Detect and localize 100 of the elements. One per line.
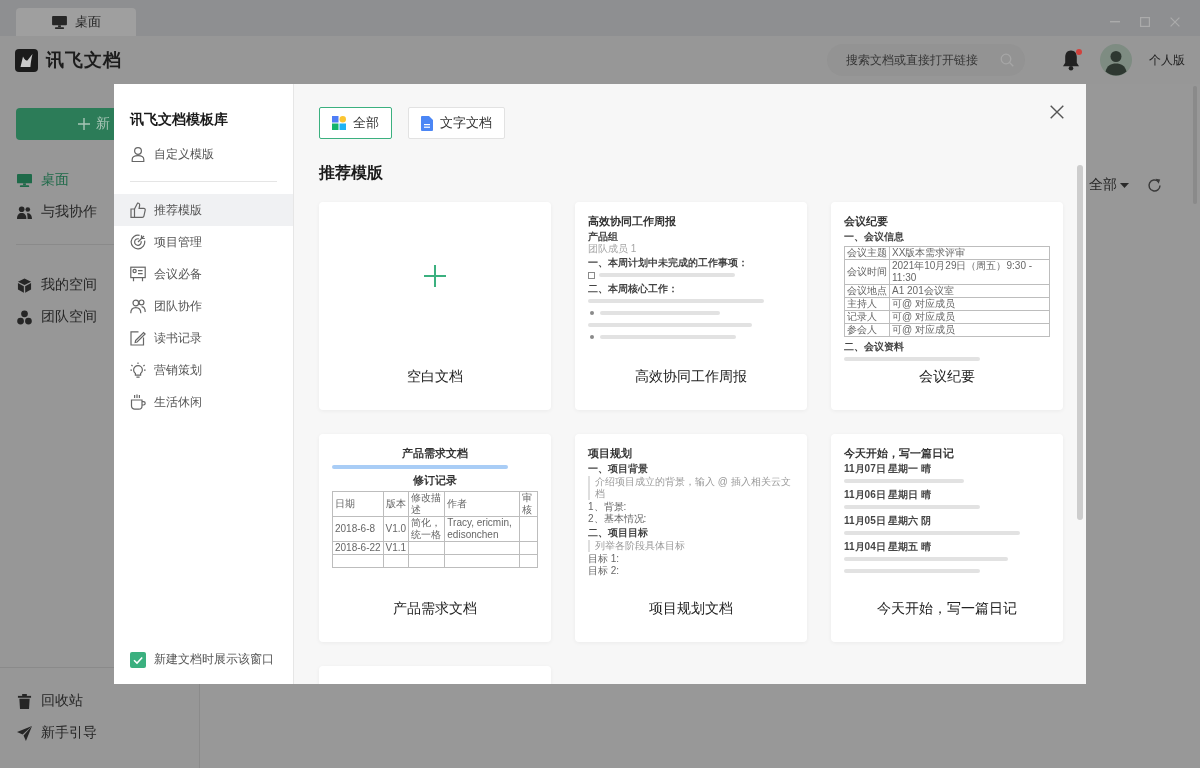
template-name: 会议纪要 (919, 367, 975, 386)
preview-title: 高效协同工作周报 (588, 214, 676, 228)
window-tab[interactable]: 桌面 (16, 8, 136, 36)
preview-title: 项目规划 (588, 446, 632, 460)
thumbs-up-icon (130, 202, 146, 218)
preview-title: 修订记录 (413, 473, 457, 487)
nav-item[interactable]: 回收站 (0, 685, 87, 717)
template-card[interactable]: 高效协同工作周报 产品组 团队成员 1 一、本周计划中未完成的工作事项： 二、本周核心工作： 高效协同工作周报 (575, 202, 807, 410)
template-card[interactable]: 空白文档 (319, 202, 551, 410)
category-item[interactable]: 生活休闲 (114, 386, 293, 418)
preview-title: 产品需求文档 (402, 446, 468, 460)
preview-title: 会议纪要 (844, 214, 888, 228)
plan-label[interactable]: 个人版 (1149, 51, 1185, 69)
monitor-icon (17, 172, 32, 188)
preview-text: 2、基本情况: (588, 513, 647, 525)
three-circles-icon (17, 309, 32, 325)
close-icon[interactable] (1050, 105, 1064, 119)
edit-note-icon (130, 330, 146, 346)
preview-heading: 11月05日 星期六 阴 (844, 515, 932, 527)
maximize-icon[interactable] (1140, 17, 1150, 27)
table-cell: 修改描述 (411, 492, 442, 515)
preview-heading: 产品组 (588, 231, 618, 243)
preview-heading: 一、会议信息 (844, 231, 904, 243)
preview-title: 今天开始，写一篇日记 (844, 446, 954, 460)
trash-icon (17, 693, 32, 709)
nav-item[interactable]: 我的空间 (0, 269, 101, 301)
template-name: 产品需求文档 (393, 599, 477, 618)
template-card[interactable]: 今天开始，写一篇日记 11月07日 星期一 晴 11月06日 星期日 晴 11月05日 星期六 阴 11月04日 星期五 晴 今天开始，写一篇日记 (831, 434, 1063, 642)
checkbox-label[interactable]: 新建文档时展示该窗口 (154, 651, 274, 668)
table-cell: 2018-6-8 (335, 523, 376, 534)
monitor-icon (51, 15, 67, 29)
category-item[interactable]: 营销策划 (114, 354, 293, 386)
people-icon (17, 204, 32, 220)
category-item[interactable]: 团队协作 (114, 290, 293, 322)
category-item[interactable]: 自定义模版 (114, 138, 293, 170)
category-item[interactable]: 读书记录 (114, 322, 293, 354)
preview-heading: 11月06日 星期日 晴 (844, 489, 932, 501)
plus-icon (424, 265, 446, 287)
preview-heading: 11月07日 星期一 晴 (844, 463, 932, 475)
preview-quote: 列举各阶段具体目标 (588, 540, 685, 552)
scrollbar[interactable] (1077, 165, 1083, 520)
cup-icon (130, 394, 146, 410)
caret-icon (1120, 182, 1129, 188)
preview-heading: 一、本周计划中未完成的工作事项： (588, 257, 748, 269)
cube-icon (17, 277, 32, 293)
grid-icon (332, 116, 346, 130)
table-cell: 主持人 (847, 298, 877, 309)
plus-icon (78, 118, 90, 130)
filter-dropdown[interactable]: 全部 (1089, 176, 1129, 194)
table-cell: 会议地点 (847, 285, 887, 296)
template-name: 今天开始，写一篇日记 (877, 599, 1017, 618)
preview-quote: 介绍项目成立的背景，输入 @ 插入相关云文档 (588, 476, 794, 500)
target-icon (130, 234, 146, 250)
preview-text: 目标 1: (588, 553, 620, 565)
table-cell: 会议主题 (847, 247, 887, 258)
type-tab[interactable]: 全部 (319, 107, 392, 139)
table-cell: 可@ 对应成员 (892, 311, 955, 322)
avatar[interactable] (1100, 44, 1132, 76)
bullet-icon (590, 311, 594, 315)
document-icon (421, 115, 433, 131)
table-cell: 参会人 (847, 324, 877, 335)
people-icon (130, 298, 146, 314)
table-cell: XX版本需求评审 (892, 247, 966, 258)
template-name: 空白文档 (407, 367, 463, 386)
table-cell: 版本 (385, 498, 406, 509)
table-cell: 可@ 对应成员 (892, 324, 955, 335)
refresh-icon[interactable] (1147, 177, 1162, 193)
preview-heading: 11月04日 星期五 晴 (844, 541, 932, 553)
table-cell: 作者 (447, 498, 468, 509)
table-cell: 简化，统一格 (411, 517, 442, 540)
preview-heading: 二、会议资料 (844, 341, 904, 353)
table-cell: 会议时间 (847, 266, 887, 277)
preview-heading: 二、项目目标 (588, 527, 648, 539)
category-item[interactable]: 项目管理 (114, 226, 293, 258)
preview-text: 团队成员 1 (588, 243, 637, 255)
presentation-board-icon (130, 266, 146, 282)
table-cell: V1.1 (385, 542, 407, 553)
category-item[interactable]: 推荐模版 (114, 194, 293, 226)
table-cell: 可@ 对应成员 (892, 298, 955, 309)
nav-item[interactable]: 与我协作 (0, 196, 101, 228)
nav-item[interactable]: 团队空间 (0, 301, 101, 333)
table-cell: Tracy, ericmin, edisonchen (447, 517, 512, 540)
preview-heading: 一、项目背景 (588, 463, 648, 475)
bullet-icon (590, 335, 594, 339)
bell-icon[interactable] (1062, 49, 1080, 71)
template-card[interactable]: 项目规划 一、项目背景 介绍项目成立的背景，输入 @ 插入相关云文档 1、背景: 2、基本情况: 二、项目目标 列举各阶段具体目标 目标 1: 目标 2: 项目规划文档 (575, 434, 807, 642)
preview-heading: 二、本周核心工作： (588, 283, 678, 295)
type-tab[interactable]: 文字文档 (408, 107, 505, 139)
table-cell: 日期 (335, 498, 355, 509)
search-field[interactable]: 搜索文档或直接打开链接 (827, 44, 1025, 76)
template-name: 项目规划文档 (649, 599, 733, 618)
table-cell: 审核 (522, 492, 533, 515)
checkbox[interactable] (130, 651, 146, 668)
nav-item[interactable]: 新手引导 (0, 717, 101, 749)
category-item[interactable]: 会议必备 (114, 258, 293, 290)
paper-plane-icon (17, 725, 32, 741)
logo-icon (15, 48, 38, 72)
checkbox-icon (588, 271, 595, 279)
table-cell: 2018-6-22 (335, 542, 381, 553)
preview-text: 目标 2: (588, 565, 620, 577)
